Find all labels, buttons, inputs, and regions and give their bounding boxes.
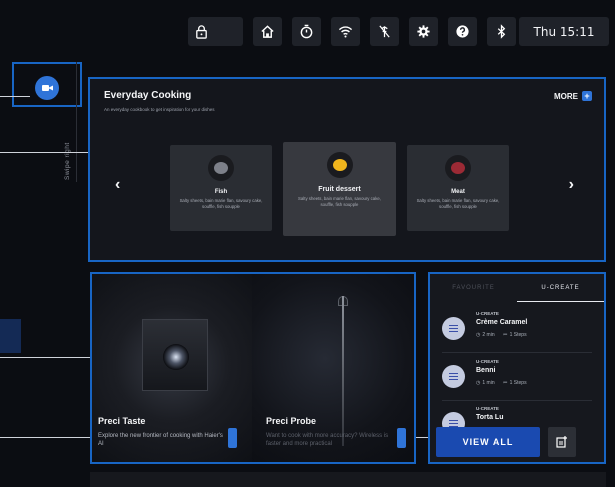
add-recipe-button[interactable] bbox=[548, 427, 576, 457]
recipe-steps: 1 Steps bbox=[509, 380, 527, 386]
recipe-meta: ◷ 1 min ≔ 1 Steps bbox=[476, 380, 527, 386]
swipe-hint[interactable]: Swipe right bbox=[64, 110, 76, 180]
lock-button[interactable] bbox=[188, 17, 243, 46]
home-button[interactable] bbox=[253, 17, 282, 46]
preci-taste-title: Preci Taste bbox=[98, 416, 146, 426]
clock-display: Thu 15:11 bbox=[519, 17, 609, 46]
category-card-fruit-dessert[interactable]: Fruit dessert Salty sheets, bain marie f… bbox=[283, 142, 396, 236]
card-title: Meat bbox=[451, 189, 465, 195]
view-all-button[interactable]: VIEW ALL bbox=[436, 427, 540, 457]
preci-probe-title: Preci Probe bbox=[266, 416, 317, 426]
bluetooth-icon bbox=[497, 24, 506, 39]
tab-favourite[interactable]: FAVOURITE bbox=[430, 274, 517, 302]
clock-icon: ◷ bbox=[476, 332, 481, 338]
recipe-list-icon bbox=[442, 365, 465, 388]
preci-probe-open-tab[interactable] bbox=[397, 428, 406, 448]
recipe-name: Benni bbox=[476, 367, 496, 374]
recipe-tabs: FAVOURITE U-CREATE bbox=[430, 274, 604, 302]
settings-button[interactable] bbox=[409, 17, 438, 46]
divider bbox=[442, 400, 592, 401]
probe-shaft bbox=[342, 296, 344, 446]
carousel-prev-button[interactable]: ‹ bbox=[115, 176, 120, 194]
lock-icon bbox=[196, 25, 207, 39]
panel-title: Everyday Cooking bbox=[104, 90, 192, 101]
wifi-button[interactable] bbox=[331, 17, 360, 46]
recipe-time: 2 min bbox=[482, 332, 495, 338]
recipe-steps: 1 Steps bbox=[509, 332, 527, 338]
card-title: Fish bbox=[214, 189, 228, 195]
pointer-line bbox=[0, 96, 30, 97]
carousel-next-button[interactable]: › bbox=[569, 176, 574, 194]
preci-features-panel: Preci Taste Explore the new frontier of … bbox=[90, 272, 416, 464]
card-title: Fruit dessert bbox=[318, 186, 361, 193]
more-label: MORE bbox=[554, 91, 578, 101]
fish-dish-icon bbox=[208, 155, 234, 181]
tab-u-create[interactable]: U-CREATE bbox=[517, 274, 604, 302]
help-icon bbox=[456, 25, 469, 38]
card-description: Salty sheets, bain marie flan, savoury c… bbox=[416, 198, 500, 209]
recipe-item[interactable]: U-CREATE Benni ◷ 1 min ≔ 1 Steps bbox=[442, 359, 592, 403]
category-card-meat[interactable]: Meat Salty sheets, bain marie flan, savo… bbox=[407, 145, 509, 231]
no-connection-icon bbox=[379, 25, 390, 38]
wifi-icon bbox=[338, 26, 353, 38]
side-drawer-handle[interactable] bbox=[0, 319, 21, 353]
category-card-fish[interactable]: Fish Salty sheets, bain marie flan, savo… bbox=[170, 145, 272, 231]
bottom-panel-edge bbox=[90, 472, 606, 487]
pointer-line bbox=[0, 357, 100, 358]
recipe-item[interactable]: U-CREATE Crème Caramel ◷ 2 min ≔ 1 Steps bbox=[442, 311, 592, 355]
settings-icon bbox=[417, 25, 430, 38]
recipe-tag: U-CREATE bbox=[476, 359, 499, 364]
preci-taste-description: Explore the new frontier of cooking with… bbox=[98, 432, 223, 447]
card-description: Salty sheets, bain marie flan, savoury c… bbox=[298, 196, 381, 207]
fruit-dessert-dish-icon bbox=[326, 152, 353, 178]
add-recipe-icon bbox=[556, 436, 567, 448]
timer-button[interactable] bbox=[292, 17, 321, 46]
divider bbox=[442, 352, 592, 353]
recipe-name: Torta Lu bbox=[476, 414, 504, 421]
video-camera-icon bbox=[41, 85, 53, 91]
oven-camera-image bbox=[142, 319, 208, 391]
plus-icon: + bbox=[582, 91, 592, 101]
status-bar bbox=[188, 17, 516, 46]
recipe-tag: U-CREATE bbox=[476, 311, 499, 316]
card-description: Salty sheets, bain marie flan, savoury c… bbox=[179, 198, 263, 209]
timer-icon bbox=[300, 24, 313, 39]
recipe-tag: U-CREATE bbox=[476, 406, 499, 411]
recipe-list-icon bbox=[442, 317, 465, 340]
steps-icon: ≔ bbox=[502, 380, 508, 386]
recipes-panel: FAVOURITE U-CREATE U-CREATE Crème Carame… bbox=[428, 272, 606, 464]
panel-subtitle: An everyday cookbook to get inspiration … bbox=[104, 107, 215, 112]
preci-probe-description: Want to cook with more accuracy? Wireles… bbox=[266, 432, 389, 447]
preci-taste-card[interactable]: Preci Taste Explore the new frontier of … bbox=[92, 274, 252, 462]
pointer-line bbox=[0, 152, 100, 153]
everyday-cooking-panel: Everyday Cooking An everyday cookbook to… bbox=[88, 77, 606, 262]
recipe-name: Crème Caramel bbox=[476, 319, 528, 326]
recipe-time: 1 min bbox=[482, 380, 495, 386]
steps-icon: ≔ bbox=[502, 332, 508, 338]
camera-button[interactable] bbox=[35, 76, 59, 100]
meat-dish-icon bbox=[445, 155, 471, 181]
more-button[interactable]: MORE + bbox=[554, 91, 592, 101]
connectivity-button[interactable] bbox=[370, 17, 399, 46]
home-icon bbox=[261, 25, 274, 38]
swipe-divider bbox=[76, 62, 77, 182]
preci-taste-open-tab[interactable] bbox=[228, 428, 237, 448]
recipe-meta: ◷ 2 min ≔ 1 Steps bbox=[476, 332, 527, 338]
clock-icon: ◷ bbox=[476, 380, 481, 386]
preci-probe-card[interactable]: Preci Probe Want to cook with more accur… bbox=[252, 274, 414, 462]
help-button[interactable] bbox=[448, 17, 477, 46]
bluetooth-button[interactable] bbox=[487, 17, 516, 46]
